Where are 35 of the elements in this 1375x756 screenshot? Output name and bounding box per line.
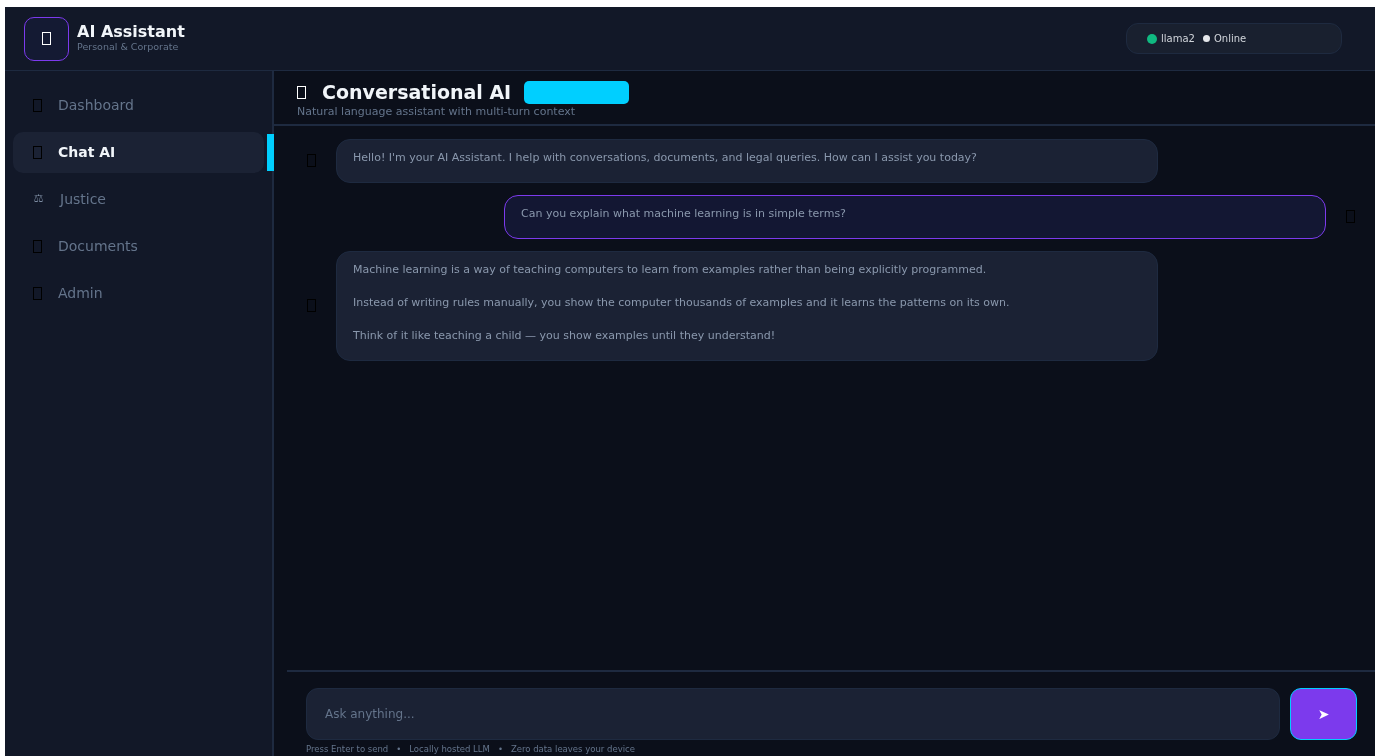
app-title: AI Assistant xyxy=(77,22,185,41)
menu-item-icon xyxy=(33,287,42,300)
user-avatar-icon xyxy=(1346,210,1355,224)
hint-text: • xyxy=(396,743,402,756)
sidebar-item[interactable]: Admin xyxy=(13,273,264,314)
status-dot xyxy=(1202,35,1210,42)
sidebar-item[interactable]: Dashboard xyxy=(13,85,264,126)
chat-icon xyxy=(297,86,306,99)
menu-item-icon xyxy=(33,240,42,253)
page-subtitle: Natural language assistant with multi-turn context xyxy=(297,104,577,120)
send-button[interactable]: ➤ xyxy=(1290,688,1357,741)
hint-text: • xyxy=(497,743,503,756)
sidebar-item[interactable]: ⚖ Justice xyxy=(13,179,264,220)
active-indicator xyxy=(267,134,274,171)
message-input[interactable]: Ask anything... xyxy=(306,688,1280,741)
app-subtitle: Personal & Corporate xyxy=(77,40,180,55)
message-text: Instead of writing rules manually, you show the computer thousands of examples and it learns the patterns on its own. xyxy=(353,296,1011,309)
assistant-avatar-icon xyxy=(307,299,316,313)
message-text: Machine learning is a way of teaching computers to learn from examples rather than being explicitly programmed. xyxy=(353,263,988,276)
menu-item-icon xyxy=(33,99,42,112)
scale-icon: ⚖ xyxy=(33,191,44,208)
logo-icon xyxy=(24,16,69,61)
sidebar-item[interactable]: Documents xyxy=(13,226,264,267)
assistant-avatar-icon xyxy=(307,154,316,168)
message-text: Can you explain what machine learning is in simple terms? xyxy=(521,207,847,220)
model-name: llama2 xyxy=(1161,32,1195,46)
page-title: Conversational AI xyxy=(322,81,512,104)
status-text: Online xyxy=(1213,32,1247,46)
menu-item-icon xyxy=(33,146,42,159)
hint-text: Zero data leaves your device xyxy=(510,743,635,756)
message-text: Think of it like teaching a child — you show examples until they understand! xyxy=(353,329,777,342)
hint-text: Locally hosted LLM xyxy=(409,743,490,756)
status-dot xyxy=(1147,33,1157,44)
message-text: Hello! I'm your AI Assistant. I help with conversations, documents, and legal queries. How can I assist you today? xyxy=(353,151,978,164)
hint-text: Press Enter to send xyxy=(306,743,389,756)
